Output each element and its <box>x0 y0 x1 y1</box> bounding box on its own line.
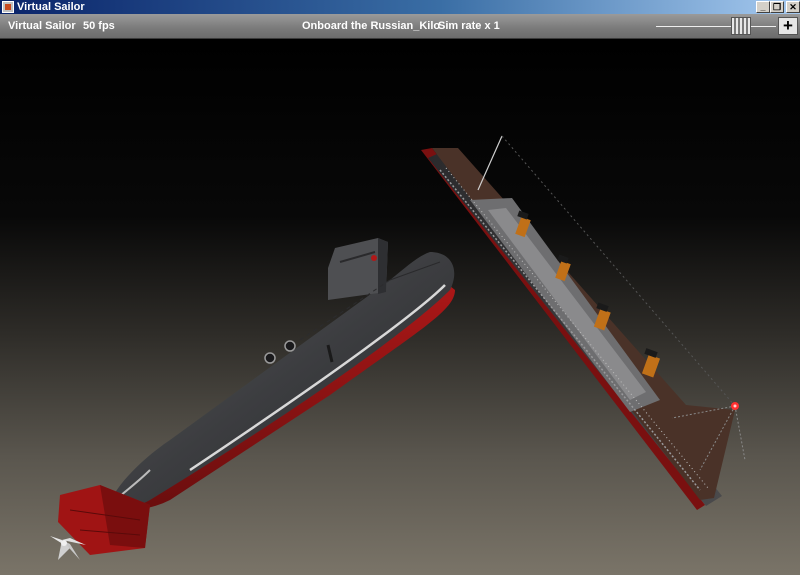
hatch <box>264 352 276 364</box>
3d-viewport[interactable] <box>0 39 800 575</box>
zoom-in-button[interactable]: + <box>778 17 798 35</box>
restore-button[interactable]: ❐ <box>770 1 784 13</box>
onboard-vessel-label: Onboard the Russian_Kilo <box>302 20 441 32</box>
red-star-emblem <box>371 255 377 261</box>
fps-counter: 50 fps <box>83 20 115 32</box>
zoom-slider-track[interactable] <box>656 26 776 27</box>
close-button[interactable]: ✕ <box>786 1 800 13</box>
app-name-label: Virtual Sailor <box>8 20 76 32</box>
zoom-slider-thumb[interactable] <box>731 17 751 35</box>
hatch <box>284 340 296 352</box>
window-title: Virtual Sailor <box>17 1 85 13</box>
sim-rate-label: Sim rate x 1 <box>438 20 500 32</box>
minimize-button[interactable]: _ <box>756 1 770 13</box>
window-title-bar[interactable]: Virtual Sailor _ ❐ ✕ <box>0 0 800 14</box>
app-icon[interactable] <box>2 1 14 13</box>
